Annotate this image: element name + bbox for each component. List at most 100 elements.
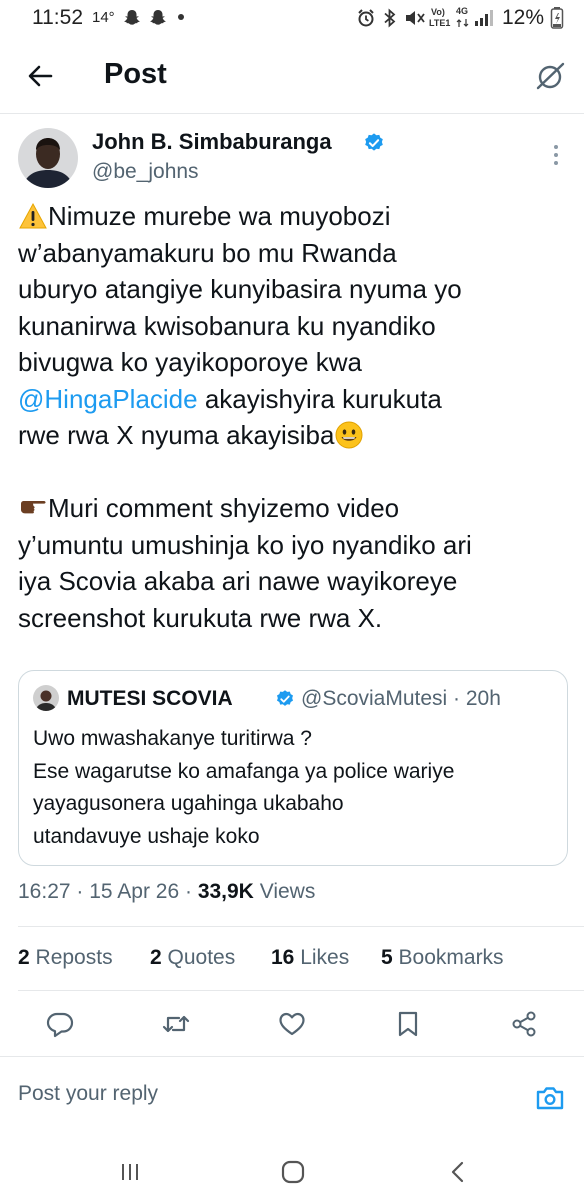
reply-bar: Post your reply: [0, 1066, 584, 1132]
post-line: y’umuntu umushinja ko iyo nyandiko ari: [18, 529, 472, 560]
recents-button[interactable]: [108, 1150, 152, 1194]
reply-input[interactable]: Post your reply: [18, 1082, 158, 1106]
post-line-text: Muri comment shyizemo video: [48, 493, 400, 523]
reply-button[interactable]: [42, 1006, 78, 1042]
post-line: screenshot kurukuta rwe rwa X.: [18, 602, 383, 633]
page-title: Post: [104, 58, 167, 90]
post-line: bivugwa ko yayikoporoye kwa: [18, 347, 362, 377]
bookmarks-label: Bookmarks: [398, 946, 504, 969]
status-bar: 11:52 14° Vo) LTE1 4G 12%: [0, 0, 584, 38]
post-line: rwe rwa X nyuma akayisiba: [18, 417, 578, 454]
meta-separator: ·: [179, 880, 198, 903]
reposts-stat[interactable]: 2 Reposts: [18, 946, 113, 970]
mention-link[interactable]: @HingaPlacide: [18, 384, 198, 414]
home-button[interactable]: [271, 1150, 315, 1194]
post-time: 16:27: [18, 880, 71, 903]
nav-back-button[interactable]: [436, 1150, 480, 1194]
arrow-left-icon: [28, 65, 53, 87]
quote-line: utandavuye ushaje koko: [33, 824, 260, 848]
notification-dot: [178, 14, 184, 20]
views-count: 33,9K: [197, 880, 254, 903]
warning-emoji-icon: [19, 202, 47, 229]
data-arrows-icon: [456, 19, 469, 27]
reposts-label: Reposts: [35, 946, 113, 969]
more-dot-icon: [554, 145, 558, 149]
post-line: iya Scovia akaba ari nawe wayikoreye: [18, 566, 458, 596]
more-options-button[interactable]: [546, 140, 566, 170]
meta-divider: [18, 926, 584, 927]
quote-avatar-image: [33, 685, 59, 711]
bookmarks-stat[interactable]: 5 Bookmarks: [381, 946, 504, 970]
avatar-image: [18, 128, 78, 188]
status-time: 11:52: [32, 6, 83, 29]
camera-button[interactable]: [532, 1080, 568, 1116]
point-right-emoji-icon: [21, 501, 46, 514]
like-icon: [279, 1012, 305, 1036]
verified-badge-icon: [365, 133, 383, 151]
signal-icon: [475, 10, 493, 26]
smile-emoji-icon: [335, 421, 363, 449]
action-bar: [0, 996, 584, 1052]
battery-icon: [550, 7, 564, 29]
author-handle[interactable]: @be_johns: [92, 160, 199, 184]
verified-badge-icon: [277, 690, 293, 706]
mute-icon: [406, 11, 425, 25]
avatar[interactable]: [18, 128, 78, 188]
quotes-label: Quotes: [167, 946, 236, 969]
recents-icon: [122, 1164, 138, 1180]
actions-divider: [0, 1056, 584, 1057]
quote-avatar[interactable]: [33, 685, 59, 711]
bookmarks-count: 5: [381, 946, 393, 969]
grok-button[interactable]: [528, 54, 572, 98]
back-button[interactable]: [18, 54, 62, 98]
post-line: Nimuze murebe wa muyobozi: [18, 198, 578, 235]
status-temperature: 14°: [92, 9, 115, 26]
repost-button[interactable]: [158, 1006, 194, 1042]
camera-icon: [536, 1087, 564, 1110]
quote-line: Ese wagarutse ko amafanga ya police wari…: [33, 759, 455, 783]
like-button[interactable]: [274, 1006, 310, 1042]
system-nav-bar: [0, 1140, 584, 1200]
repost-icon: [162, 1015, 190, 1033]
snapchat-icon: [124, 10, 140, 25]
meta-separator: ·: [70, 880, 90, 903]
post-text: Nimuze murebe wa muyobozi w’abanyamakuru…: [18, 198, 578, 636]
post-line-text: rwe rwa X nyuma akayisiba: [18, 420, 335, 450]
network-volte-label: Vo): [431, 7, 445, 17]
post-line-text: Nimuze murebe wa muyobozi: [48, 201, 391, 231]
snapchat-icon: [150, 10, 166, 25]
quote-line: yayagusonera ugahinga ukabaho: [33, 792, 344, 815]
quote-author-name: MUTESI SCOVIA: [67, 687, 233, 710]
post-line-blank: [18, 454, 578, 491]
post-line: kunanirwa kwisobanura ku nyandiko: [18, 310, 436, 341]
stats-divider: [18, 990, 584, 991]
post-date: 15 Apr 26: [89, 880, 180, 903]
post-line: w’abanyamakuru bo mu Rwanda: [18, 237, 397, 268]
bluetooth-icon: [384, 8, 396, 28]
header: Post: [0, 38, 584, 114]
grok-icon: [536, 62, 565, 90]
battery-percentage: 12%: [502, 6, 545, 29]
quotes-stat[interactable]: 2 Quotes: [150, 946, 235, 970]
bookmark-icon: [398, 1011, 418, 1037]
author-name[interactable]: John B. Simbaburanga: [92, 129, 332, 155]
views-label: Views: [259, 880, 316, 903]
post-line: uburyo atangiye kunyibasira nyuma yo: [18, 274, 462, 304]
bookmark-button[interactable]: [390, 1006, 426, 1042]
alarm-icon: [358, 9, 374, 27]
quotes-count: 2: [150, 946, 162, 969]
quote-text: Uwo mwashakanye turitirwa ? Ese wagaruts…: [33, 723, 454, 853]
likes-label: Likes: [300, 946, 350, 969]
likes-stat[interactable]: 16 Likes: [271, 946, 349, 970]
reply-icon: [46, 1012, 74, 1038]
share-icon: [512, 1011, 536, 1037]
back-icon: [451, 1161, 464, 1183]
post-line: @HingaPlacide akayishyira kurukuta: [18, 381, 578, 418]
home-icon: [281, 1160, 305, 1184]
quote-line: Uwo mwashakanye turitirwa ?: [33, 727, 312, 750]
network-type-label: 4G: [456, 6, 469, 16]
quoted-post[interactable]: MUTESI SCOVIA @ScoviaMutesi · 20h Uwo mw…: [18, 670, 568, 866]
header-divider: [0, 113, 584, 114]
post-meta: 16:27 · 15 Apr 26 · 33,9K Views: [18, 880, 315, 904]
share-button[interactable]: [506, 1006, 542, 1042]
